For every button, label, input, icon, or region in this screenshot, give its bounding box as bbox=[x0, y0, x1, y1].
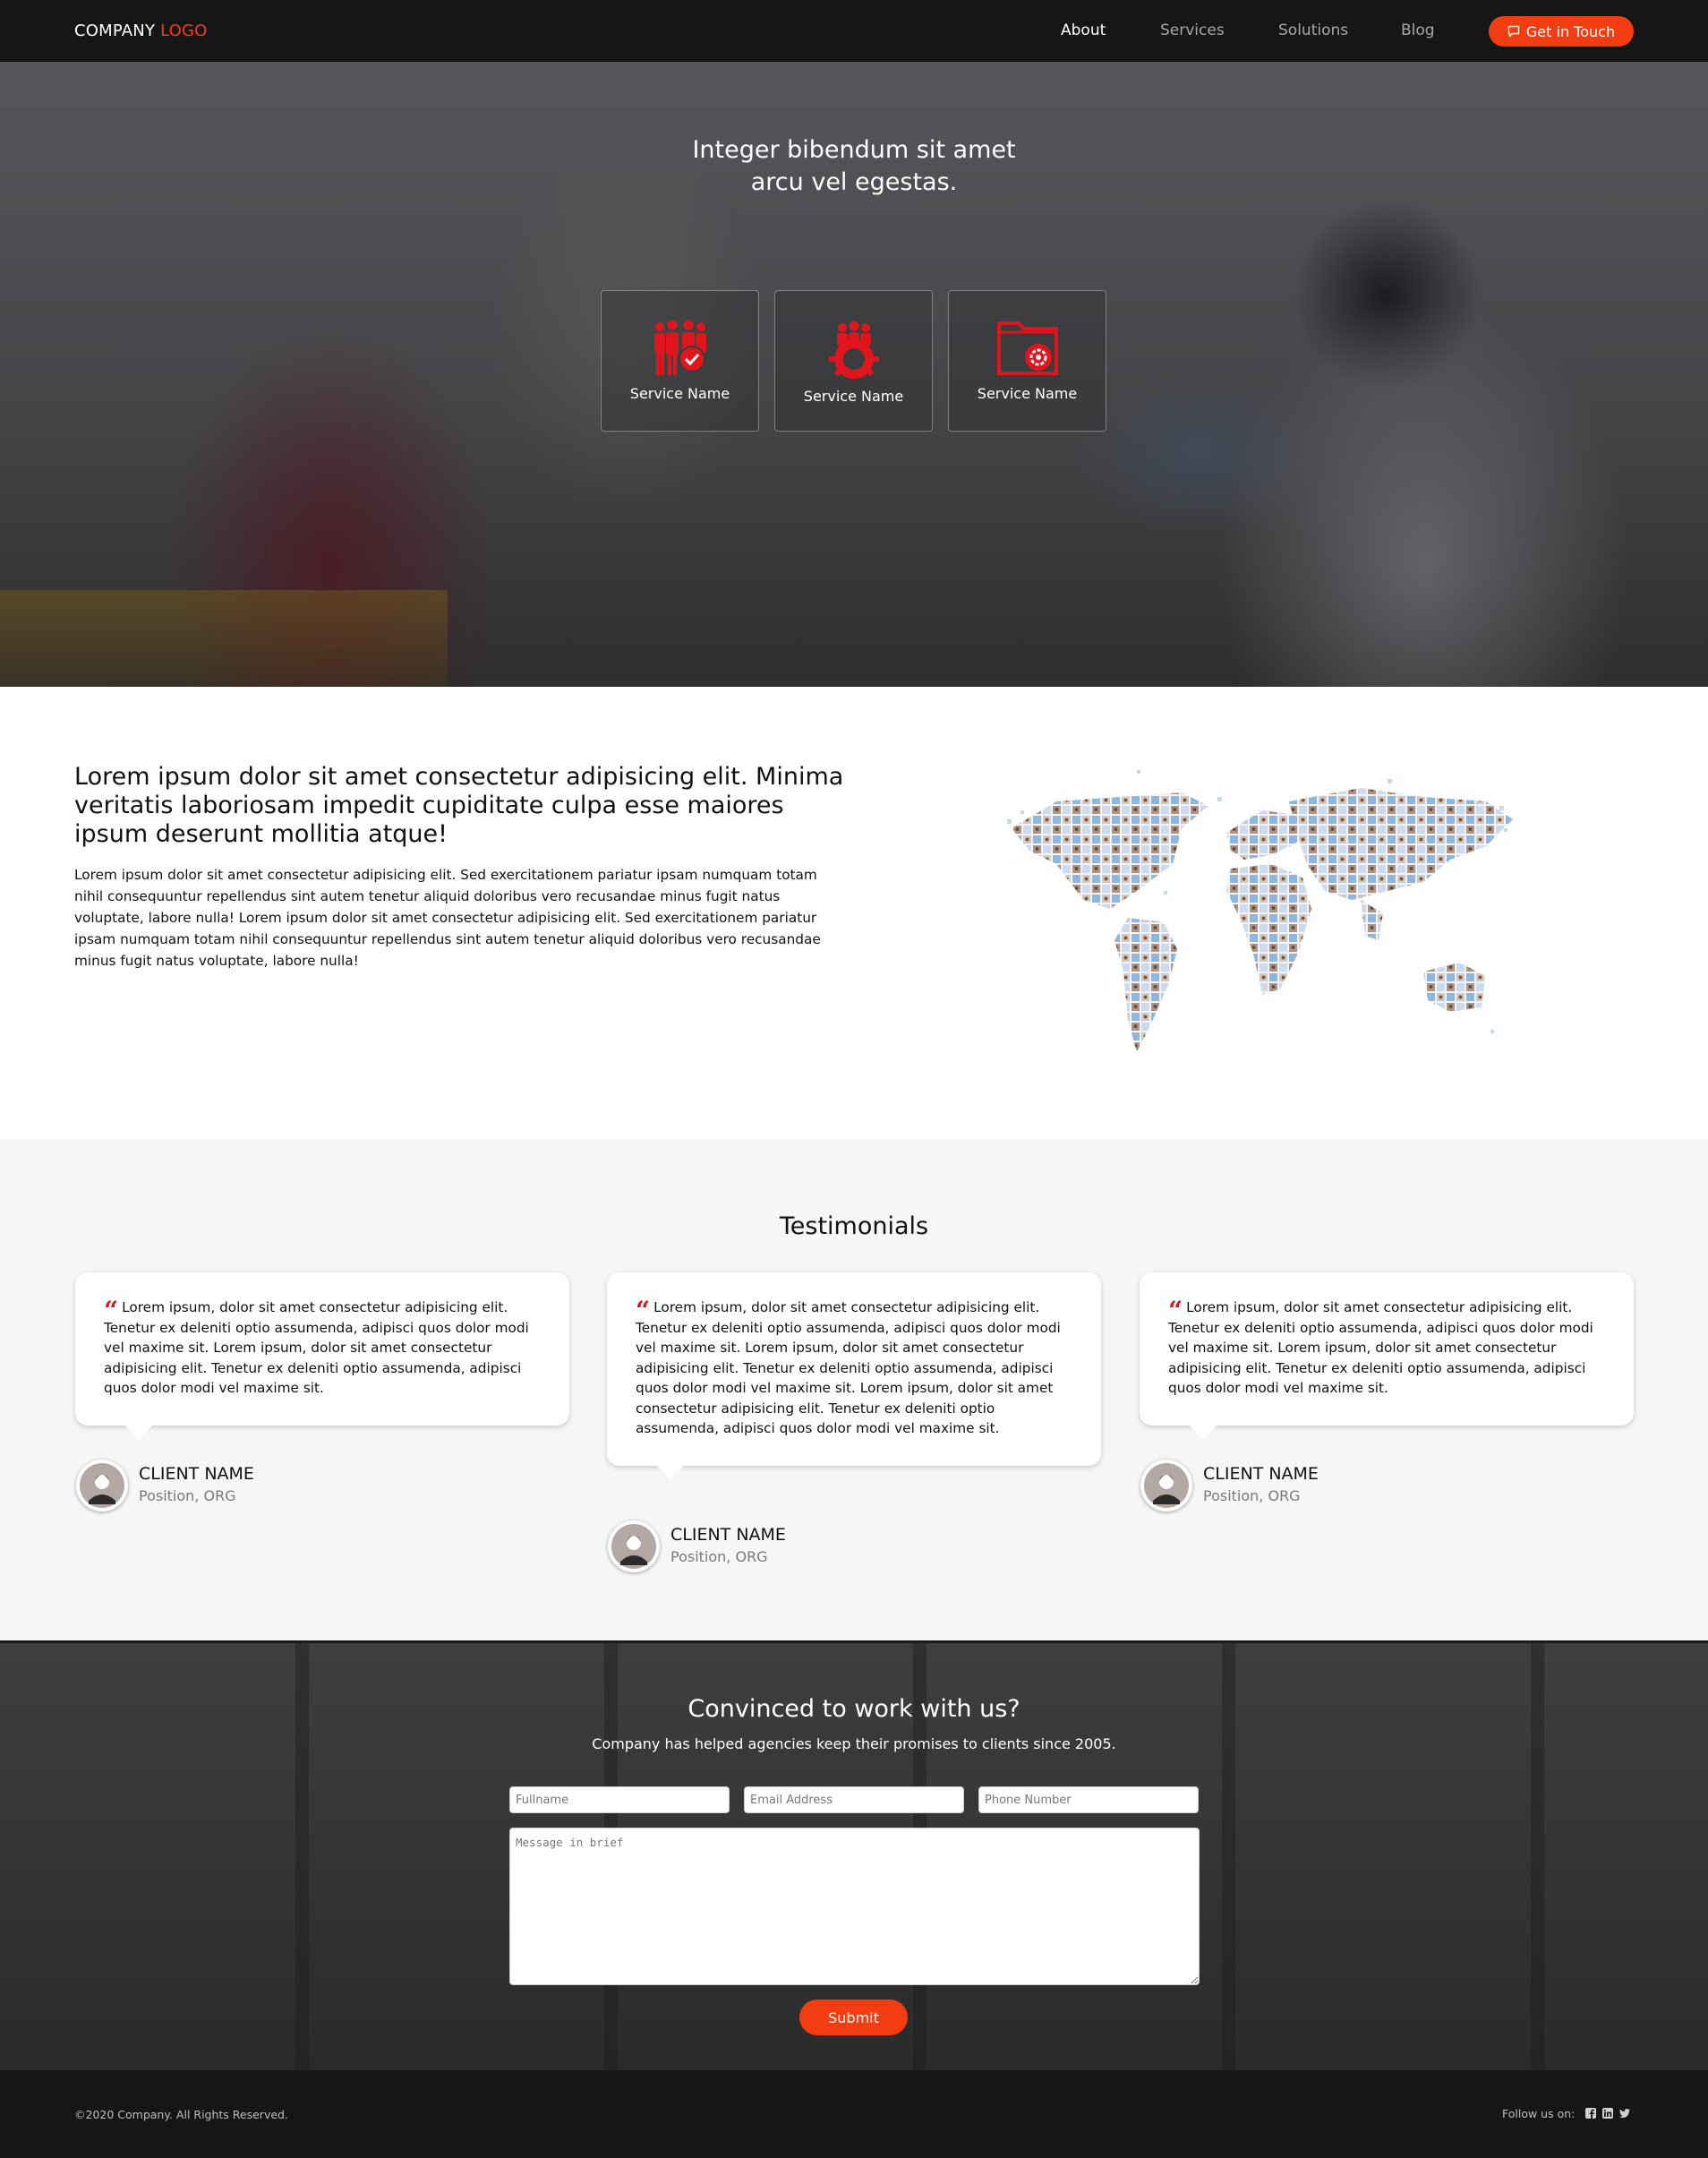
section-divider bbox=[0, 1640, 1708, 1643]
twitter-icon[interactable] bbox=[1619, 2108, 1630, 2119]
submit-button[interactable]: Submit bbox=[799, 2000, 908, 2035]
chat-icon bbox=[1507, 25, 1520, 38]
service-card-1[interactable]: Service Name bbox=[601, 290, 759, 432]
client-position-2: Position, ORG bbox=[670, 1548, 768, 1565]
get-in-touch-button[interactable]: Get in Touch bbox=[1489, 16, 1634, 47]
team-check-icon bbox=[653, 320, 706, 375]
hero-background-photo bbox=[0, 590, 448, 687]
contact-subtitle: Company has helped agencies keep their p… bbox=[592, 1735, 1116, 1752]
about-body-text: Lorem ipsum dolor sit amet consectetur a… bbox=[74, 867, 821, 969]
service-name-1: Service Name bbox=[629, 385, 730, 402]
user-avatar-icon bbox=[80, 1463, 124, 1508]
top-navbar: COMPANY LOGO About Services Solutions Bl… bbox=[0, 0, 1708, 62]
get-in-touch-label: Get in Touch bbox=[1525, 22, 1616, 40]
quote-icon: “ bbox=[1168, 1296, 1183, 1325]
testimonial-card-2: “Lorem ipsum, dolor sit amet consectetur… bbox=[607, 1272, 1101, 1479]
nav-link-about[interactable]: About bbox=[1061, 21, 1106, 39]
avatar bbox=[608, 1520, 660, 1572]
company-logo[interactable]: COMPANY LOGO bbox=[74, 21, 208, 40]
logo-main-text: COMPANY bbox=[74, 21, 156, 40]
email-field[interactable] bbox=[744, 1786, 964, 1813]
service-card-2[interactable]: Service Name bbox=[774, 290, 933, 432]
testimonial-quote-2: Lorem ipsum, dolor sit amet consectetur … bbox=[636, 1299, 1061, 1436]
about-heading: Lorem ipsum dolor sit amet consectetur a… bbox=[74, 763, 844, 848]
message-field[interactable] bbox=[509, 1828, 1200, 1985]
copyright-text: ©2020 Company. All Rights Reserved. bbox=[74, 2108, 288, 2121]
testimonial-quote-3: Lorem ipsum, dolor sit amet consectetur … bbox=[1168, 1299, 1593, 1396]
world-map-image bbox=[1007, 770, 1513, 1052]
testimonial-quote-1: Lorem ipsum, dolor sit amet consectetur … bbox=[104, 1299, 529, 1396]
nav-link-solutions[interactable]: Solutions bbox=[1278, 21, 1348, 39]
user-avatar-icon bbox=[1144, 1463, 1189, 1508]
phone-field[interactable] bbox=[978, 1786, 1199, 1813]
quote-icon: “ bbox=[104, 1296, 119, 1325]
quote-icon: “ bbox=[636, 1296, 651, 1325]
contact-title: Convinced to work with us? bbox=[687, 1695, 1021, 1723]
avatar bbox=[1140, 1460, 1192, 1511]
client-name-1: CLIENT NAME bbox=[139, 1464, 254, 1484]
client-position-3: Position, ORG bbox=[1203, 1487, 1301, 1504]
client-position-1: Position, ORG bbox=[139, 1487, 236, 1504]
fullname-field[interactable] bbox=[509, 1786, 730, 1813]
team-gear-icon bbox=[828, 321, 879, 379]
nav-link-blog[interactable]: Blog bbox=[1401, 21, 1435, 39]
logo-accent-text: LOGO bbox=[160, 21, 208, 40]
avatar bbox=[76, 1460, 128, 1511]
linkedin-icon[interactable] bbox=[1602, 2108, 1613, 2119]
client-name-3: CLIENT NAME bbox=[1203, 1464, 1319, 1484]
facebook-icon[interactable] bbox=[1585, 2108, 1596, 2119]
folder-gear-icon bbox=[996, 321, 1058, 375]
nav-link-services[interactable]: Services bbox=[1160, 21, 1225, 39]
testimonials-title: Testimonials bbox=[779, 1212, 929, 1240]
follow-us-label: Follow us on: bbox=[1502, 2107, 1576, 2120]
testimonial-card-3: “Lorem ipsum, dolor sit amet consectetur… bbox=[1140, 1272, 1634, 1439]
client-name-2: CLIENT NAME bbox=[670, 1525, 786, 1545]
service-card-3[interactable]: Service Name bbox=[948, 290, 1106, 432]
hero-title: Integer bibendum sit amet arcu vel egest… bbox=[692, 136, 1016, 196]
service-name-2: Service Name bbox=[803, 388, 904, 405]
footer: ©2020 Company. All Rights Reserved. Foll… bbox=[0, 2070, 1708, 2158]
service-name-3: Service Name bbox=[977, 385, 1078, 402]
user-avatar-icon bbox=[611, 1524, 656, 1569]
testimonial-card-1: “Lorem ipsum, dolor sit amet consectetur… bbox=[75, 1272, 569, 1439]
